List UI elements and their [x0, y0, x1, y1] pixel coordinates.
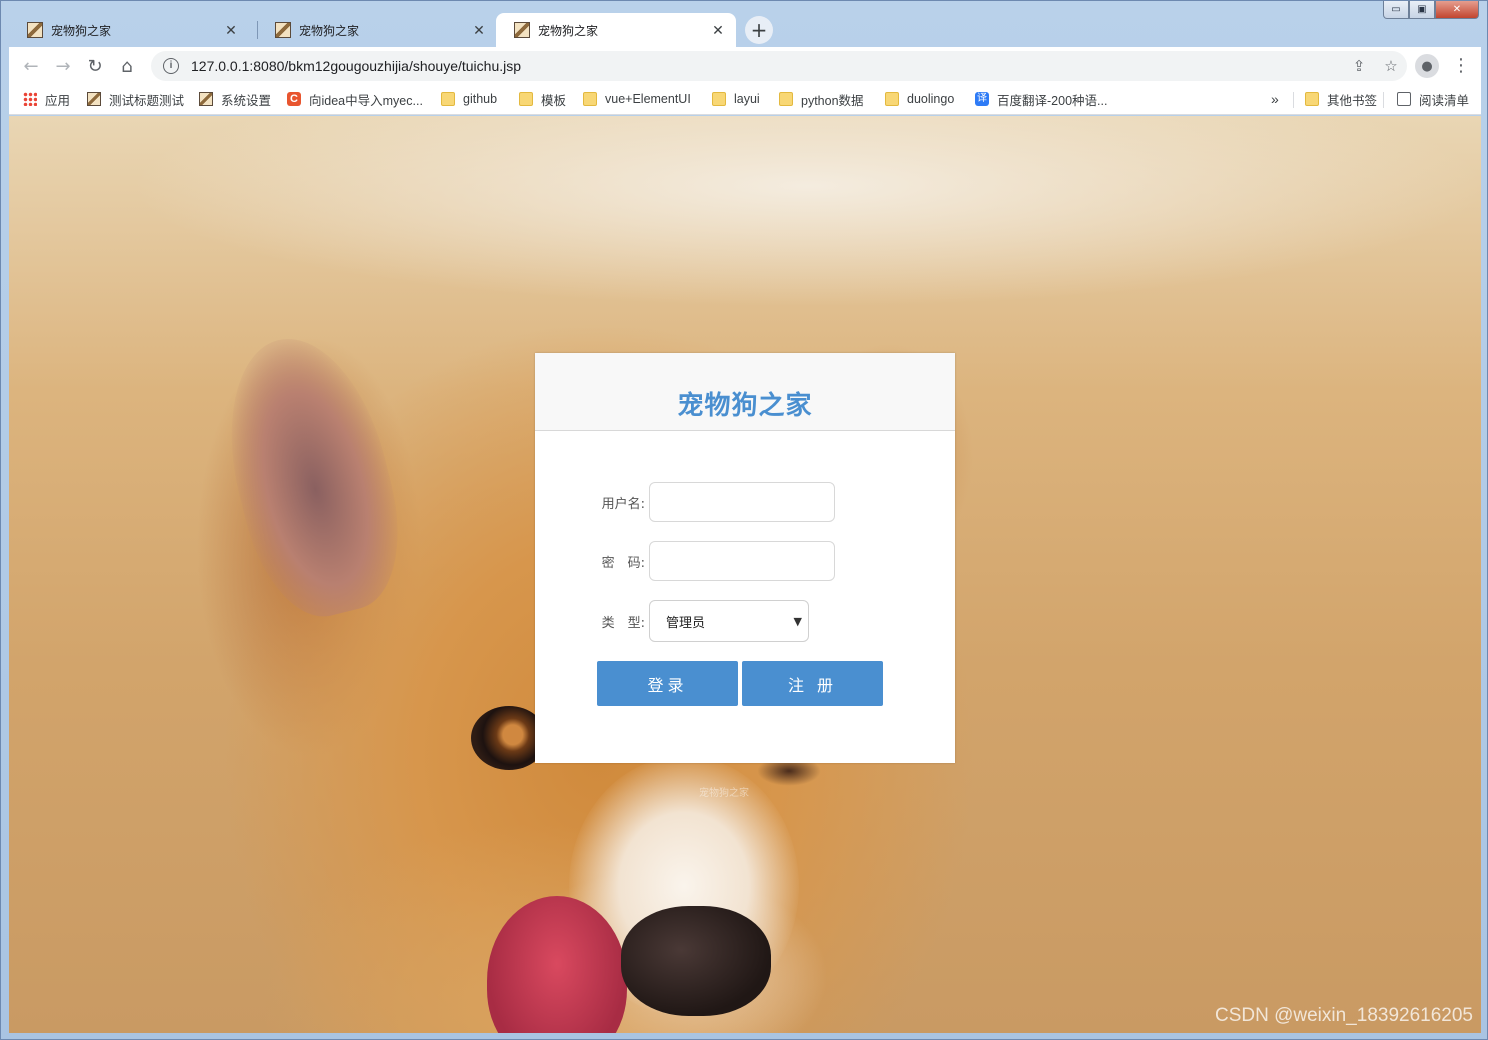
bookmark-separator: [1383, 92, 1384, 108]
bookmark-label: github: [463, 92, 498, 106]
user-type-select[interactable]: 管理员 ▼: [649, 600, 809, 642]
close-tab-icon[interactable]: ✕: [223, 22, 239, 39]
reload-icon[interactable]: ↻: [79, 50, 111, 82]
folder-icon: [583, 92, 597, 106]
login-title: 宠物狗之家: [677, 391, 813, 421]
page-content: 宠物狗之家 用户名: 密 码: 类 型: 管理员 ▼ 登录 注 册 宠物狗之家 …: [9, 116, 1481, 1033]
home-icon[interactable]: ⌂: [111, 50, 143, 82]
user-type-selected: 管理员: [666, 615, 706, 631]
csdn-icon: C: [287, 92, 301, 106]
new-tab-button[interactable]: +: [745, 16, 773, 44]
tab-title: 宠物狗之家: [299, 23, 360, 38]
reading-list-icon: [1397, 92, 1411, 106]
bookmark-folder[interactable]: vue+ElementUI: [583, 85, 691, 113]
bookmarks-bar: 应用 测试标题测试 系统设置 C 向idea中导入myec... github …: [9, 85, 1481, 115]
close-tab-icon[interactable]: ✕: [471, 22, 487, 39]
folder-icon: [1305, 92, 1319, 106]
folder-icon: [441, 92, 455, 106]
background-dog-nose: [621, 906, 771, 1016]
bookmark-label: 百度翻译-200种语...: [997, 93, 1108, 108]
address-bar[interactable]: i 127.0.0.1:8080/bkm12gougouzhijia/shouy…: [151, 51, 1407, 81]
password-row: 密 码:: [535, 541, 835, 581]
back-icon[interactable]: ←: [15, 50, 47, 82]
tab-strip: 宠物狗之家 ✕ 宠物狗之家 ✕ 宠物狗之家 ✕ +: [9, 13, 1481, 47]
username-row: 用户名:: [535, 482, 835, 522]
apps-icon: [23, 92, 37, 106]
forward-icon[interactable]: →: [47, 50, 79, 82]
login-button[interactable]: 登录: [597, 661, 738, 706]
username-input[interactable]: [649, 482, 835, 522]
bookmark-folder[interactable]: duolingo: [885, 85, 954, 113]
bookmark-star-icon[interactable]: ☆: [1375, 57, 1407, 75]
close-tab-icon[interactable]: ✕: [710, 22, 726, 39]
other-bookmarks[interactable]: 其他书签: [1305, 85, 1377, 113]
dog-favicon-icon: [27, 22, 43, 38]
translate-icon: 译: [975, 92, 989, 106]
type-label: 类 型:: [601, 615, 645, 631]
menu-icon[interactable]: ⋮: [1451, 51, 1471, 81]
bookmark-label: 应用: [45, 93, 71, 108]
tab-3-active[interactable]: 宠物狗之家 ✕: [496, 13, 736, 47]
bookmark-folder[interactable]: python数据: [779, 85, 864, 113]
dog-favicon-icon: [275, 22, 291, 38]
csdn-watermark: CSDN @weixin_18392616205: [1214, 1005, 1473, 1026]
bookmark-folder[interactable]: github: [441, 85, 497, 113]
share-icon[interactable]: ⇪: [1343, 57, 1375, 75]
password-input[interactable]: [649, 541, 835, 581]
register-button[interactable]: 注 册: [742, 661, 883, 706]
browser-toolbar: ← → ↻ ⌂ i 127.0.0.1:8080/bkm12gougouzhij…: [9, 47, 1481, 85]
folder-icon: [519, 92, 533, 106]
bookmark-label: 阅读清单: [1419, 93, 1470, 108]
page-footer-text: 宠物狗之家: [699, 788, 749, 799]
profile-avatar-icon[interactable]: ●: [1415, 54, 1439, 78]
bookmark-item[interactable]: 测试标题测试: [87, 85, 184, 113]
tab-title: 宠物狗之家: [51, 23, 112, 38]
password-label: 密 码:: [601, 555, 645, 571]
bookmark-apps[interactable]: 应用: [23, 85, 70, 113]
bookmark-item[interactable]: C 向idea中导入myec...: [287, 85, 423, 113]
bookmark-label: layui: [734, 92, 760, 106]
folder-icon: [712, 92, 726, 106]
dog-favicon-icon: [514, 22, 530, 38]
bookmark-label: vue+ElementUI: [605, 92, 691, 106]
username-label: 用户名:: [601, 496, 645, 512]
tab-1[interactable]: 宠物狗之家 ✕: [9, 13, 249, 47]
folder-icon: [779, 92, 793, 106]
login-header: 宠物狗之家: [535, 353, 955, 431]
login-panel: 宠物狗之家 用户名: 密 码: 类 型: 管理员 ▼ 登录 注 册: [535, 353, 955, 763]
bookmark-label: 其他书签: [1327, 93, 1378, 108]
bookmark-item[interactable]: 译 百度翻译-200种语...: [975, 85, 1107, 113]
folder-icon: [885, 92, 899, 106]
bookmark-label: 向idea中导入myec...: [309, 93, 423, 108]
image-icon: [87, 92, 101, 106]
bookmark-label: 模板: [541, 93, 567, 108]
background-dog-ear: [205, 322, 419, 630]
tab-title: 宠物狗之家: [538, 23, 599, 38]
bookmarks-overflow-button[interactable]: »: [1271, 85, 1279, 113]
bookmark-separator: [1293, 92, 1294, 108]
bookmark-item[interactable]: 系统设置: [199, 85, 271, 113]
site-info-icon[interactable]: i: [163, 58, 179, 74]
browser-window: ▭ ▣ ✕ 宠物狗之家 ✕ 宠物狗之家 ✕ 宠物狗之家 ✕ + ← → ↻ ⌂ …: [0, 0, 1488, 1040]
bookmark-label: duolingo: [907, 92, 955, 106]
url-text[interactable]: 127.0.0.1:8080/bkm12gougouzhijia/shouye/…: [191, 58, 1343, 74]
chevron-down-icon: ▼: [793, 614, 802, 628]
bookmark-label: 测试标题测试: [109, 93, 185, 108]
bookmark-folder[interactable]: layui: [712, 85, 760, 113]
tab-2[interactable]: 宠物狗之家 ✕: [257, 13, 497, 47]
bookmark-folder[interactable]: 模板: [519, 85, 566, 113]
reading-list[interactable]: 阅读清单: [1397, 85, 1469, 113]
bookmark-label: 系统设置: [221, 93, 272, 108]
bookmark-label: python数据: [801, 93, 864, 108]
type-row: 类 型: 管理员 ▼: [535, 600, 809, 642]
image-icon: [199, 92, 213, 106]
